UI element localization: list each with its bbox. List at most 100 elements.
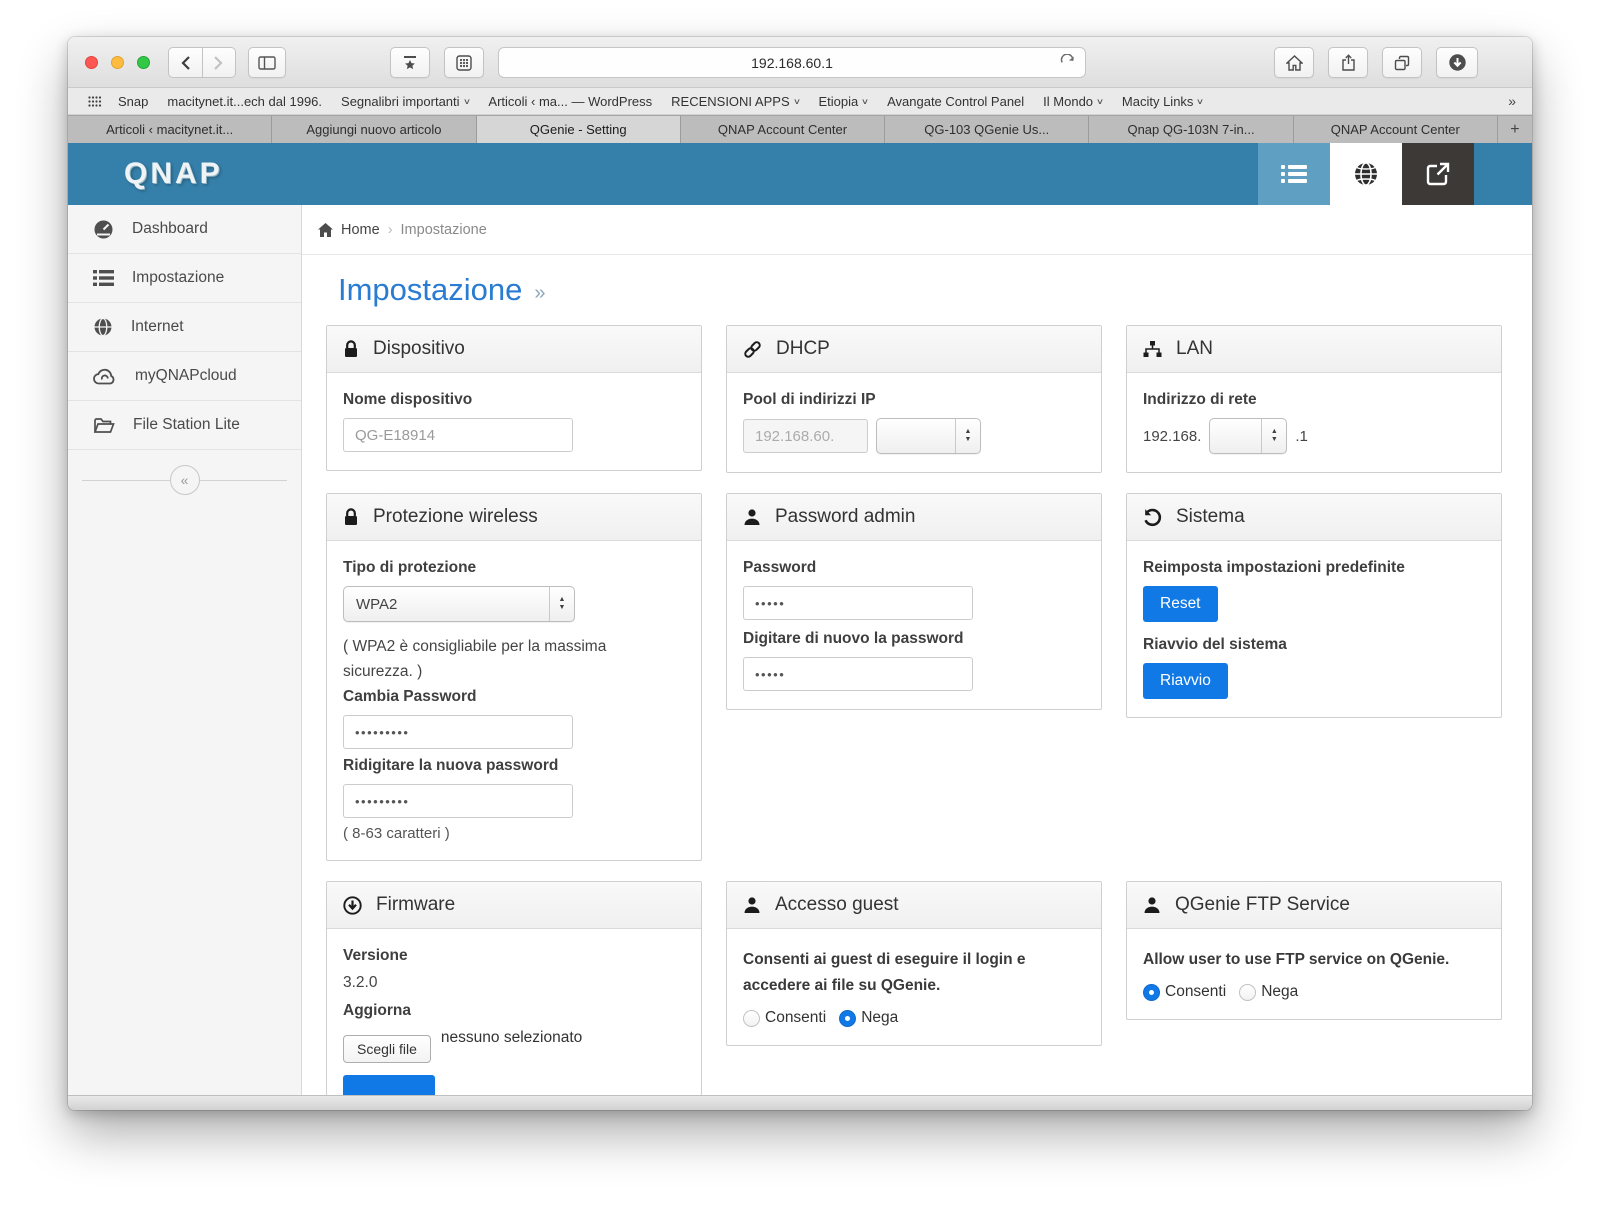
sidebar-item-impostazione[interactable]: Impostazione: [68, 254, 301, 303]
ftp-allow-radio[interactable]: [1143, 983, 1160, 1001]
chevron-down-icon: ∨: [1095, 96, 1105, 106]
guest-deny-radio[interactable]: [839, 1009, 857, 1027]
ftp-deny-radio[interactable]: [1239, 983, 1257, 1001]
firmware-upload-button[interactable]: [343, 1075, 435, 1095]
bookmark-item[interactable]: Snap: [118, 94, 148, 109]
card-dispositivo: Dispositivo Nome dispositivo QG-E18914: [326, 325, 702, 471]
sidebar-item-dashboard[interactable]: Dashboard: [68, 205, 301, 254]
new-tab-button[interactable]: +: [1497, 116, 1532, 143]
guest-allow-radio[interactable]: [743, 1009, 760, 1027]
reload-icon[interactable]: [1059, 54, 1076, 71]
browser-tab[interactable]: QNAP Account Center: [1293, 116, 1498, 143]
dhcp-pool-input[interactable]: 192.168.60.: [743, 419, 868, 453]
browser-tab[interactable]: Aggiungi nuovo articolo: [272, 116, 477, 143]
stepper-icon: ▲ ▼: [549, 587, 574, 621]
card-title: Accesso guest: [775, 894, 899, 915]
grid-icon: [456, 54, 472, 71]
card-accesso-guest: Accesso guest Consenti ai guest di esegu…: [726, 881, 1102, 1046]
sidebar-toggle-button[interactable]: [248, 47, 286, 78]
header-logout-button[interactable]: [1402, 143, 1474, 205]
web-page: QNAP Dashboard Impostazione Internet myQ…: [68, 143, 1532, 1095]
bookmark-folder[interactable]: RECENSIONI APPS ∨: [671, 94, 801, 109]
browser-tab[interactable]: Articoli ‹ macitynet.it...: [68, 116, 273, 143]
bookmark-folder[interactable]: Etiopia ∨: [818, 94, 870, 109]
wifi-password-retype-input[interactable]: •••••••••: [343, 784, 573, 818]
header-menu-button[interactable]: [1258, 143, 1330, 205]
bookmark-item[interactable]: Articoli ‹ ma... — WordPress: [488, 94, 652, 109]
chevron-down-icon: ∨: [1196, 96, 1205, 106]
forward-icon: [213, 55, 224, 71]
lock-icon: [343, 508, 359, 526]
breadcrumb-separator: ›: [387, 221, 393, 238]
main-content: Home › Impostazione Impostazione » Dispo…: [302, 205, 1532, 1095]
bookmark-folder[interactable]: Segnalibri importanti ∨: [341, 94, 471, 109]
header-language-button[interactable]: [1330, 143, 1402, 205]
zoom-window-button[interactable]: [137, 56, 150, 69]
bookmark-item[interactable]: Avangate Control Panel: [887, 94, 1024, 109]
card-dhcp: DHCP Pool di indirizzi IP 192.168.60. ▲ ▼: [726, 325, 1102, 473]
length-hint: ( 8-63 caratteri ): [343, 825, 450, 842]
sidebar-item-file-station[interactable]: File Station Lite: [68, 401, 301, 450]
file-status: nessuno selezionato: [440, 1029, 583, 1046]
admin-password-retype-input[interactable]: •••••: [743, 657, 973, 691]
card-title: Password admin: [775, 506, 916, 527]
security-note: ( WPA2 è consigliabile per la massima si…: [343, 638, 607, 680]
browser-tab[interactable]: QNAP Account Center: [680, 116, 886, 143]
home-button[interactable]: [1274, 47, 1314, 78]
browser-tab-active[interactable]: QGenie - Setting: [476, 116, 681, 143]
chevron-down-icon: ∨: [462, 96, 471, 106]
bookmarks-overflow-button[interactable]: »: [1508, 93, 1516, 109]
url-text: 192.168.60.1: [751, 54, 833, 71]
browser-tab[interactable]: Qnap QG-103N 7-in...: [1089, 116, 1294, 143]
cloud-icon: [93, 368, 117, 385]
nav-buttons: [168, 47, 236, 78]
reboot-button[interactable]: Riavvio: [1143, 663, 1228, 699]
card-firmware: Firmware Versione 3.2.0 Aggiorna Scegli …: [326, 881, 702, 1095]
security-type-select[interactable]: WPA2 ▲ ▼: [343, 586, 575, 622]
dhcp-pool-label: Pool di indirizzi IP: [743, 391, 876, 408]
download-circle-icon: [343, 895, 362, 915]
forward-button[interactable]: [201, 47, 236, 78]
share-button[interactable]: [1328, 47, 1368, 78]
sidebar-collapse-button[interactable]: «: [169, 465, 200, 495]
chevron-down-icon: ∨: [861, 96, 870, 106]
bookmarks-bar: Snap macitynet.it...ech dal 1996. Segnal…: [68, 88, 1532, 115]
browser-tab[interactable]: QG-103 QGenie Us...: [885, 116, 1090, 143]
card-title: Dispositivo: [373, 338, 465, 359]
bookmark-folder[interactable]: Macity Links ∨: [1122, 94, 1205, 109]
reboot-label: Riavvio del sistema: [1143, 636, 1287, 653]
downloads-button[interactable]: [1436, 47, 1478, 78]
sidebar-item-internet[interactable]: Internet: [68, 303, 301, 352]
bookmark-item[interactable]: macitynet.it...ech dal 1996.: [167, 94, 322, 109]
downloads-icon: [1448, 53, 1467, 72]
admin-password-label: Password: [743, 559, 817, 576]
minimize-window-button[interactable]: [111, 56, 124, 69]
choose-file-button[interactable]: Scegli file: [343, 1035, 431, 1063]
favorites-button[interactable]: [390, 47, 430, 78]
bookmark-folder[interactable]: Il Mondo ∨: [1043, 94, 1105, 109]
sidebar-item-myqnapcloud[interactable]: myQNAPcloud: [68, 352, 301, 401]
card-title: DHCP: [776, 338, 830, 359]
browser-toolbar: 192.168.60.1: [68, 37, 1532, 88]
favorites-star-icon: [402, 55, 418, 71]
grid-view-button[interactable]: [444, 47, 484, 78]
address-bar[interactable]: 192.168.60.1: [498, 47, 1086, 78]
user-icon: [743, 508, 761, 526]
device-name-input[interactable]: QG-E18914: [343, 418, 573, 452]
back-button[interactable]: [168, 47, 202, 78]
home-breadcrumb-icon: [318, 222, 333, 237]
bookmarks-grid-icon[interactable]: [88, 95, 102, 107]
window-bottom-edge: [68, 1095, 1532, 1110]
tab-overview-button[interactable]: [1382, 47, 1422, 78]
breadcrumb-home-link[interactable]: Home: [341, 222, 380, 238]
qnap-header: QNAP: [68, 143, 1532, 205]
header-buttons: [1258, 143, 1474, 205]
dhcp-pool-select[interactable]: ▲ ▼: [876, 418, 981, 454]
sidebar-collapse: «: [68, 458, 301, 502]
close-window-button[interactable]: [85, 56, 98, 69]
reset-button[interactable]: Reset: [1143, 586, 1218, 622]
wifi-password-input[interactable]: •••••••••: [343, 715, 573, 749]
lan-subnet-select[interactable]: ▲ ▼: [1209, 418, 1288, 454]
admin-password-input[interactable]: •••••: [743, 586, 973, 620]
ip-suffix: .1: [1295, 427, 1308, 445]
